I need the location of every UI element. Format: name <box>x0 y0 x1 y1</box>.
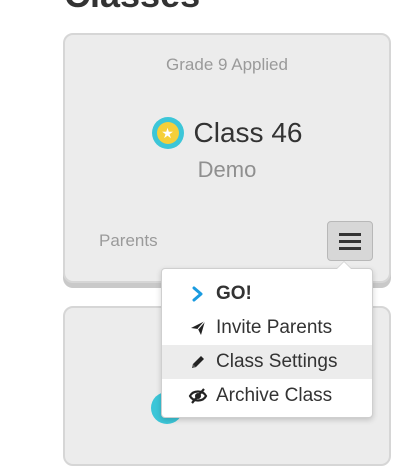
menu-item-label: Archive Class <box>216 385 333 406</box>
menu-item-archive-class[interactable]: Archive Class <box>162 379 372 413</box>
class-menu-button[interactable] <box>327 221 373 261</box>
class-title-row: ★ Class 46 <box>65 117 389 149</box>
chevron-right-icon <box>188 284 208 304</box>
pencil-icon <box>188 352 208 372</box>
send-icon <box>188 318 208 338</box>
menu-item-label: Invite Parents <box>216 317 333 338</box>
menu-item-label: Class Settings <box>216 351 338 372</box>
class-card[interactable]: Grade 9 Applied ★ Class 46 Demo Parents <box>63 33 391 283</box>
eye-slash-icon <box>188 386 208 406</box>
menu-item-invite-parents[interactable]: Invite Parents <box>162 311 372 345</box>
class-avatar: ★ <box>151 117 184 149</box>
menu-item-label: GO! <box>216 283 252 304</box>
class-name[interactable]: Class 46 <box>194 117 303 149</box>
page-title: Classes <box>64 0 200 16</box>
menu-item-go[interactable]: GO! <box>162 277 372 311</box>
hamburger-icon <box>339 232 361 236</box>
star-icon: ★ <box>156 122 179 144</box>
class-subtitle: Demo <box>197 157 257 182</box>
menu-item-class-settings[interactable]: Class Settings <box>162 345 372 379</box>
class-menu-dropdown: GO! Invite Parents Class Settings Archiv… <box>161 261 373 418</box>
class-grade: Grade 9 Applied <box>166 55 288 74</box>
parents-label[interactable]: Parents <box>99 231 158 251</box>
